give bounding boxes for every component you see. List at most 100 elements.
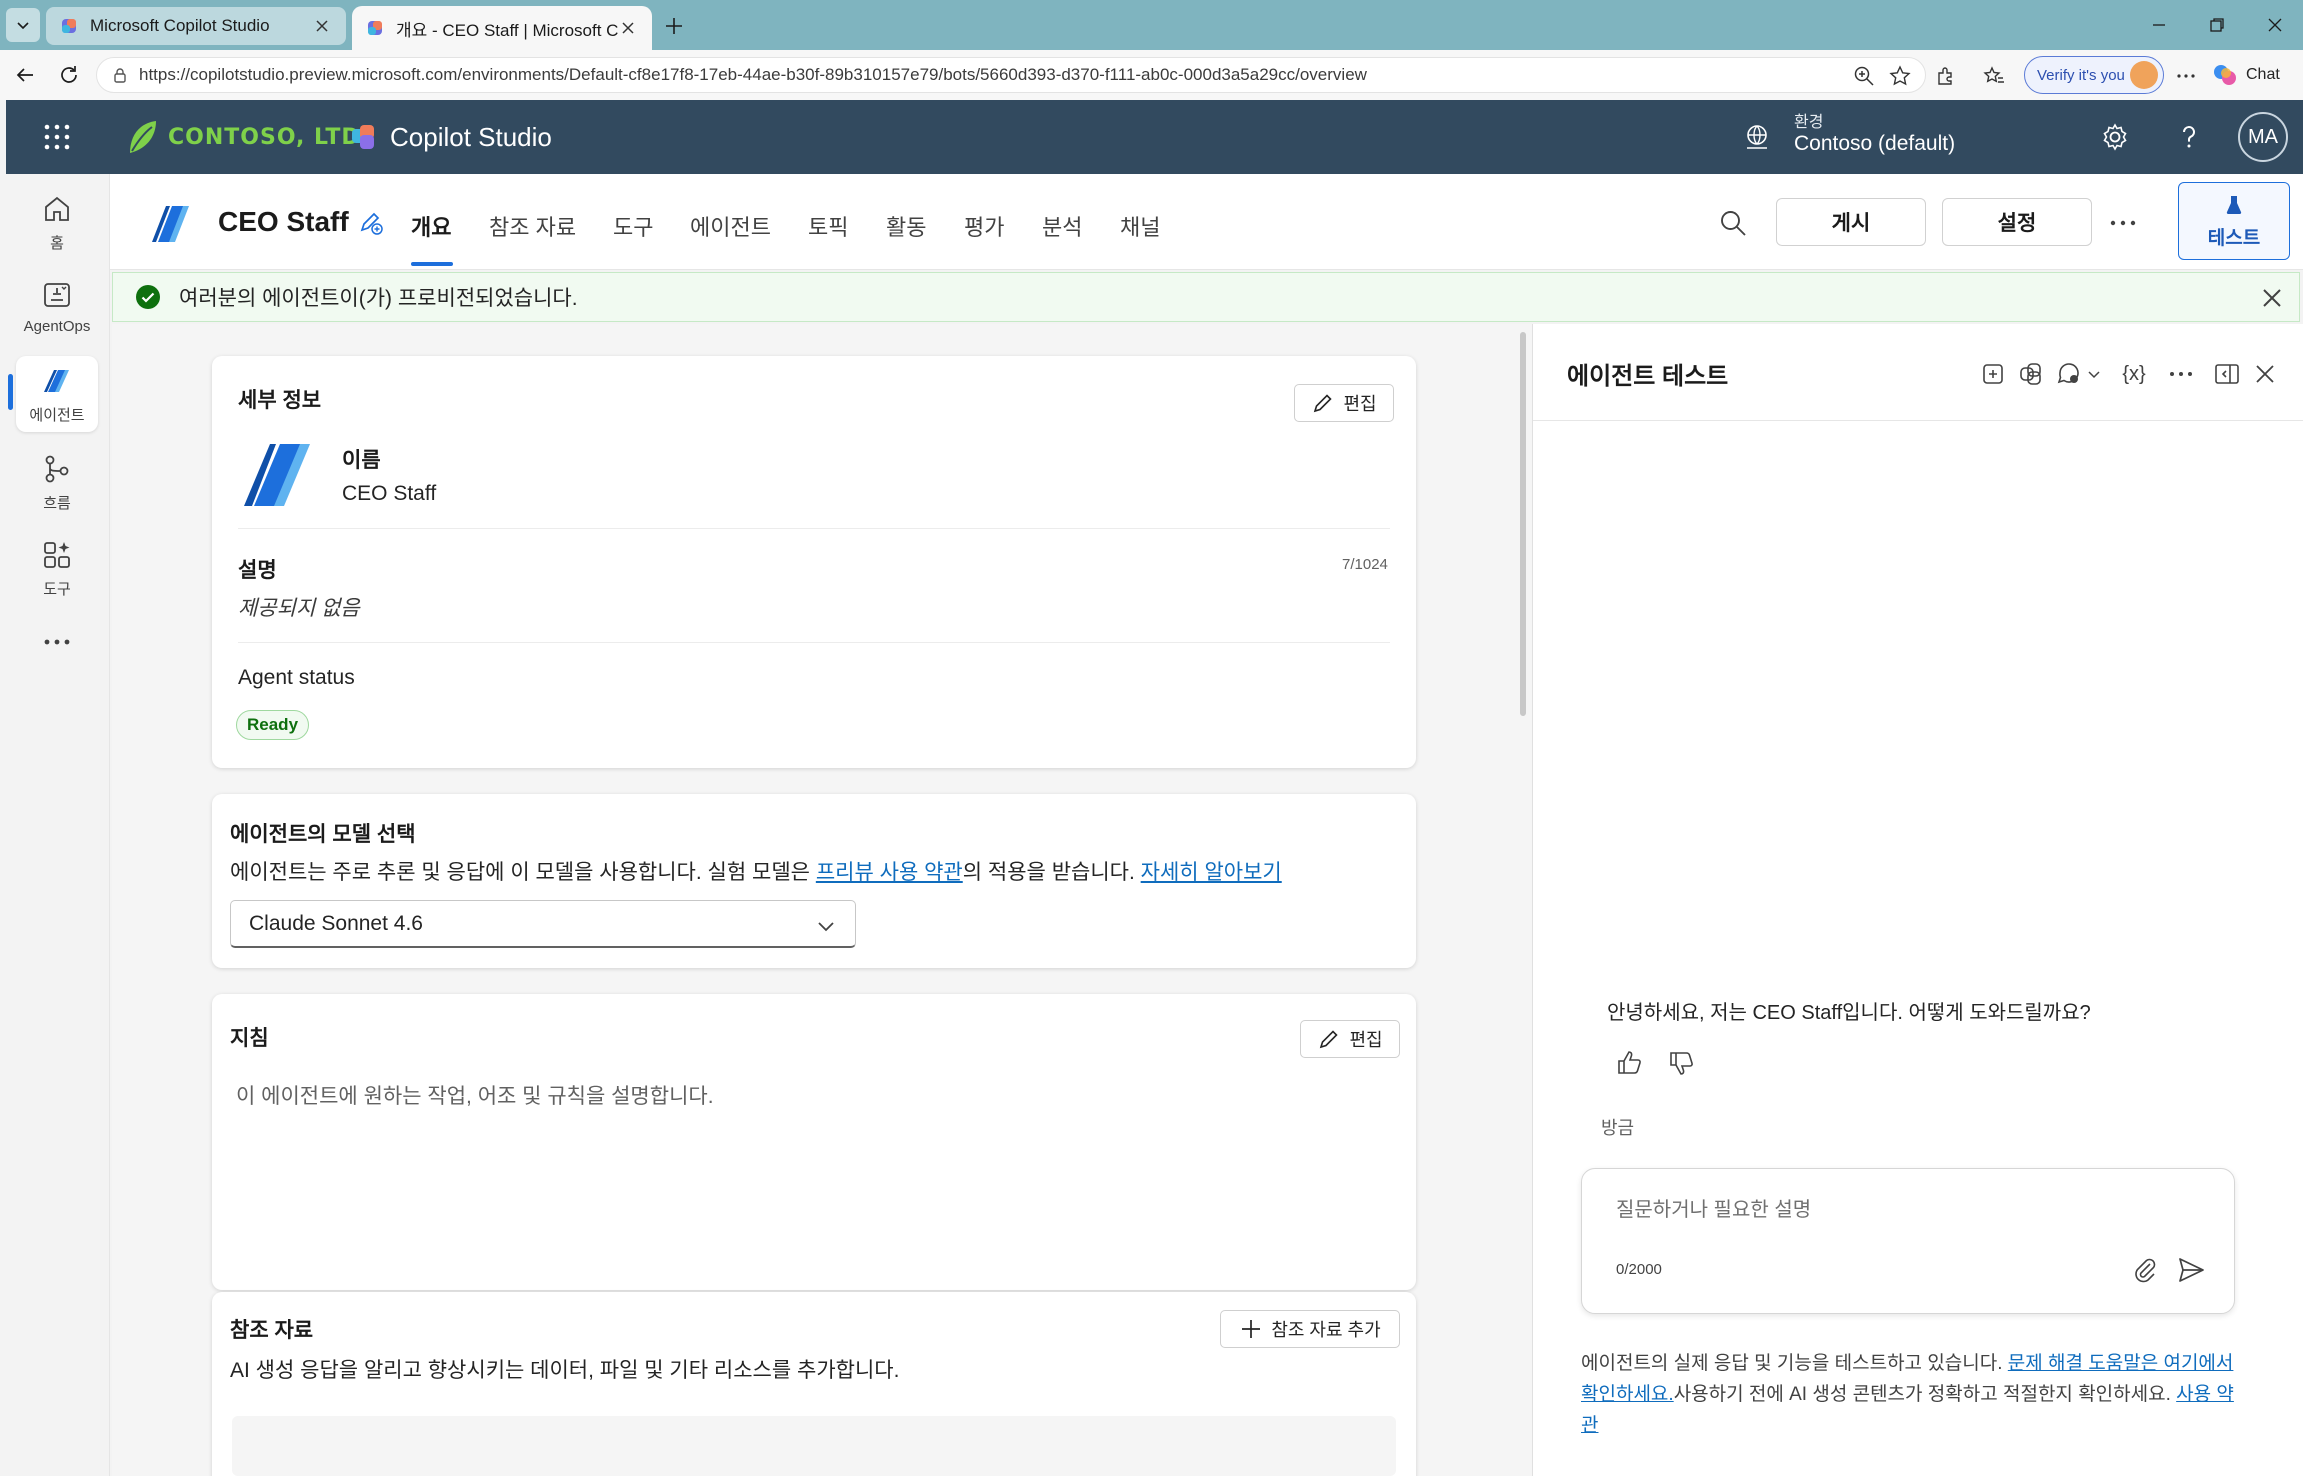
rail-item-agentops[interactable]: AgentOps <box>16 268 98 344</box>
copilot-chat-button[interactable]: Chat <box>2212 60 2298 90</box>
favorite-star-icon[interactable] <box>1888 64 1912 88</box>
tab-tools[interactable]: 도구 <box>613 210 653 242</box>
environment-selector[interactable]: Contoso (default) <box>1794 132 1955 156</box>
tab-evaluation[interactable]: 평가 <box>964 210 1004 242</box>
model-selected-value: Claude Sonnet 4.6 <box>249 911 423 935</box>
tab-analytics[interactable]: 분석 <box>1042 210 1082 242</box>
rail-item-home[interactable]: 홈 <box>16 184 98 260</box>
instructions-placeholder[interactable]: 이 에이전트에 원하는 작업, 어조 및 규칙을 설명합니다. <box>236 1080 714 1110</box>
tab-topics[interactable]: 토픽 <box>808 210 848 242</box>
checkmark-circle-icon <box>136 285 160 309</box>
plus-icon <box>666 18 682 34</box>
rail-item-tools[interactable]: 도구 <box>16 530 98 606</box>
app-header: CONTOSO, LTD. Copilot Studio 환경 Contoso … <box>6 100 2303 174</box>
browser-tab-overview[interactable]: 개요 - CEO Staff | Microsoft Copilot Studi… <box>352 6 652 50</box>
test-agent-panel: 에이전트 테스트 {x} 안녕하세요, 저는 CEO Staff입니다. 어떻게… <box>1532 324 2303 1476</box>
new-tab-button[interactable] <box>660 12 688 40</box>
search-icon[interactable] <box>1718 208 1748 238</box>
settings-agent-button[interactable]: 설정 <box>1942 198 2092 246</box>
chat-input[interactable]: 질문하거나 필요한 설명 <box>1616 1193 1811 1222</box>
verify-identity-button[interactable]: Verify it's you <box>2024 56 2164 94</box>
product-title[interactable]: Copilot Studio <box>350 118 552 156</box>
rail-item-label: 흐름 <box>43 494 71 512</box>
banner-close-icon[interactable] <box>2259 285 2285 311</box>
learn-more-link[interactable]: 자세히 알아보기 <box>1141 861 1282 884</box>
add-knowledge-button[interactable]: 참조 자료 추가 <box>1220 1310 1400 1348</box>
tab-close-icon[interactable] <box>312 16 332 36</box>
instructions-edit-button[interactable]: 편집 <box>1300 1020 1400 1058</box>
preview-terms-link[interactable]: 프리뷰 사용 약관 <box>816 861 963 884</box>
agent-avatar-icon <box>244 444 310 506</box>
settings-button[interactable] <box>2098 120 2132 154</box>
more-actions-button[interactable] <box>2108 208 2138 238</box>
pencil-icon <box>1314 394 1333 413</box>
attach-paperclip-icon[interactable] <box>2130 1255 2160 1285</box>
url-field[interactable]: https://copilotstudio.preview.microsoft.… <box>96 57 1926 93</box>
close-window-button[interactable] <box>2252 8 2298 42</box>
knowledge-description: AI 생성 응답을 알리고 향상시키는 데이터, 파일 및 기타 리소스를 추가… <box>230 1359 900 1382</box>
minimize-window-button[interactable] <box>2136 8 2182 42</box>
help-button[interactable] <box>2172 120 2206 154</box>
plus-icon <box>1242 1320 1261 1338</box>
favorites-icon[interactable] <box>1982 64 2006 88</box>
model-desc-text: 의 적용을 받습니다. <box>962 861 1141 884</box>
extensions-icon[interactable] <box>1934 64 1958 88</box>
org-logo[interactable]: CONTOSO, LTD. <box>126 116 370 158</box>
knowledge-drop-area[interactable] <box>232 1416 1396 1476</box>
new-chat-button[interactable] <box>1979 360 2007 388</box>
content-scrollbar[interactable] <box>1520 332 1526 716</box>
tab-actions-menu-button[interactable] <box>6 8 40 42</box>
rail-item-agents[interactable]: 에이전트 <box>16 356 98 432</box>
agent-status-label: Agent status <box>238 666 355 689</box>
copilot-trace-button[interactable] <box>2017 360 2045 388</box>
rail-item-flows[interactable]: 흐름 <box>16 444 98 520</box>
publish-button[interactable]: 게시 <box>1776 198 1926 246</box>
model-selection-card: 에이전트의 모델 선택 에이전트는 주로 추론 및 응답에 이 모델을 사용합니… <box>212 794 1416 968</box>
tab-close-icon[interactable] <box>618 18 638 38</box>
chat-composer[interactable]: 질문하거나 필요한 설명 0/2000 <box>1581 1168 2235 1314</box>
tab-knowledge[interactable]: 참조 자료 <box>489 210 576 242</box>
tab-agents[interactable]: 에이전트 <box>690 210 771 242</box>
tab-channels[interactable]: 채널 <box>1120 210 1160 242</box>
copilot-studio-favicon-icon <box>368 21 382 35</box>
message-timestamp: 방금 <box>1601 1118 1635 1138</box>
agent-edit-icon[interactable] <box>356 208 386 238</box>
test-agent-button[interactable]: 테스트 <box>2178 182 2290 260</box>
more-options-icon[interactable] <box>2174 64 2198 88</box>
zoom-icon[interactable] <box>1852 64 1876 88</box>
environment-globe-icon[interactable] <box>1742 122 1772 152</box>
chat-settings-button[interactable] <box>2055 360 2083 388</box>
browser-address-bar: https://copilotstudio.preview.microsoft.… <box>0 50 2303 100</box>
send-icon[interactable] <box>2176 1255 2206 1285</box>
close-icon <box>2268 18 2282 32</box>
model-dropdown[interactable]: Claude Sonnet 4.6 <box>230 900 856 948</box>
knowledge-card: 참조 자료 참조 자료 추가 AI 생성 응답을 알리고 향상시키는 데이터, … <box>212 1292 1416 1476</box>
details-edit-button[interactable]: 편집 <box>1294 384 1394 422</box>
chevron-down-icon <box>2088 371 2100 379</box>
test-label: 테스트 <box>2207 227 2261 249</box>
rail-item-label: 도구 <box>43 580 71 598</box>
thumbs-up-icon[interactable] <box>1615 1048 1645 1078</box>
browser-tab-copilot-studio[interactable]: Microsoft Copilot Studio <box>46 7 346 45</box>
restore-window-button[interactable] <box>2194 8 2240 42</box>
tab-activity[interactable]: 활동 <box>886 210 926 242</box>
variables-button[interactable]: {x} <box>2117 360 2151 388</box>
close-icon <box>2256 365 2274 383</box>
thumbs-down-icon[interactable] <box>1667 1048 1697 1078</box>
instructions-card: 지침 편집 이 에이전트에 원하는 작업, 어조 및 규칙을 설명합니다. <box>212 994 1416 1290</box>
name-label: 이름 <box>342 449 381 472</box>
app-launcher-waffle-icon[interactable] <box>42 122 72 152</box>
back-button[interactable] <box>10 60 40 90</box>
tab-overview[interactable]: 개요 <box>411 210 451 242</box>
variables-label: {x} <box>2122 362 2146 385</box>
chat-settings-dropdown[interactable] <box>2085 360 2103 388</box>
user-avatar[interactable]: MA <box>2238 112 2288 162</box>
dock-panel-button[interactable] <box>2213 360 2241 388</box>
close-test-panel-button[interactable] <box>2251 360 2279 388</box>
refresh-button[interactable] <box>54 60 84 90</box>
rail-item-label: 홈 <box>50 234 64 252</box>
copilot-outline-icon <box>2020 363 2041 385</box>
divider <box>238 528 1390 529</box>
rail-more-button[interactable] <box>16 622 98 662</box>
more-test-options-button[interactable] <box>2167 360 2195 388</box>
